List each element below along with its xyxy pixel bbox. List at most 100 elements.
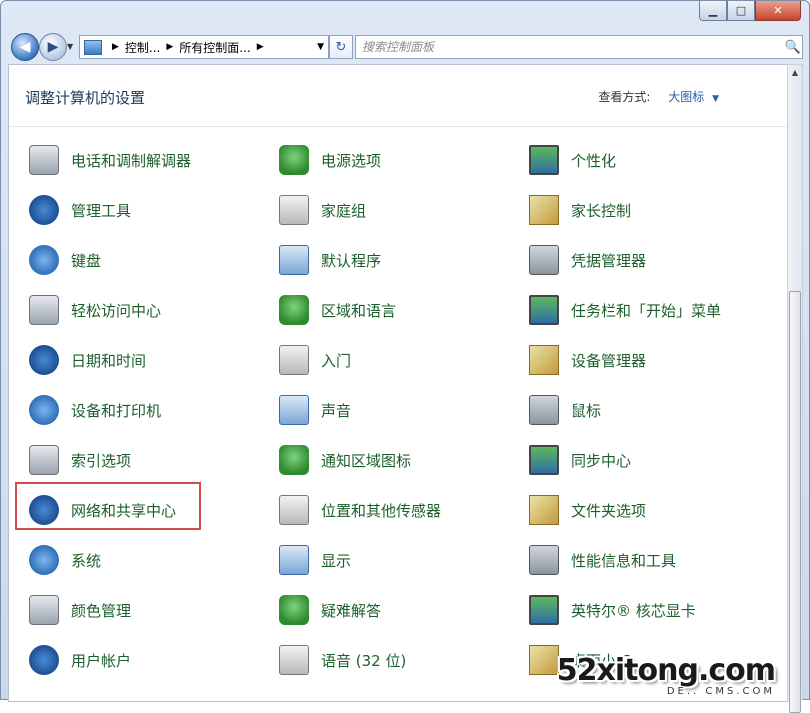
control-panel-item[interactable]: 用户帐户 [27,643,131,677]
control-panel-item[interactable]: 管理工具 [27,193,131,227]
control-panel-item-label[interactable]: 鼠标 [571,400,601,421]
control-panel-item[interactable]: 文件夹选项 [527,493,646,527]
control-panel-item-label[interactable]: 默认程序 [321,250,381,271]
scrollbar-thumb[interactable] [789,291,801,713]
view-by: 查看方式: 大图标 ▼ [598,88,719,105]
control-panel-item-label[interactable]: 家庭组 [321,200,366,221]
control-panel-item[interactable]: 颜色管理 [27,593,131,627]
control-panel-item[interactable]: 家长控制 [527,193,631,227]
default-programs-icon [279,245,309,275]
control-panel-item-label[interactable]: 个性化 [571,150,616,171]
control-panel-item[interactable]: 疑难解答 [277,593,381,627]
control-panel-item-label[interactable]: 英特尔® 核芯显卡 [571,600,696,621]
control-panel-item[interactable]: 电话和调制解调器 [27,143,191,177]
control-panel-item[interactable]: 设备和打印机 [27,393,161,427]
control-panel-item[interactable]: 声音 [277,393,351,427]
control-panel-item[interactable]: 同步中心 [527,443,631,477]
control-panel-item-label[interactable]: 日期和时间 [71,350,146,371]
performance-info-icon [529,545,559,575]
control-panel-item[interactable]: 网络和共享中心 [27,493,176,527]
control-panel-item-label[interactable]: 电话和调制解调器 [71,150,191,171]
vertical-scrollbar[interactable]: ▲ [787,64,803,713]
close-button[interactable]: ✕ [755,1,801,21]
breadcrumb-all-items[interactable]: 所有控制面... [179,39,250,56]
control-panel-item-label[interactable]: 轻松访问中心 [71,300,161,321]
recent-pages-button[interactable]: ▼ [67,42,73,51]
control-panel-item-label[interactable]: 通知区域图标 [321,450,411,471]
control-panel-item-label[interactable]: 凭据管理器 [571,250,646,271]
control-panel-item-label[interactable]: 网络和共享中心 [71,500,176,521]
date-time-icon [29,345,59,375]
control-panel-item[interactable]: 英特尔® 核芯显卡 [527,593,696,627]
control-panel-item-label[interactable]: 性能信息和工具 [571,550,676,571]
chevron-right-icon[interactable]: ▶ [166,42,173,52]
control-panel-item[interactable]: 系统 [27,543,101,577]
control-panel-item[interactable]: 入门 [277,343,351,377]
control-panel-item[interactable]: 轻松访问中心 [27,293,161,327]
control-panel-item-label[interactable]: 区域和语言 [321,300,396,321]
control-panel-item[interactable]: 键盘 [27,243,101,277]
refresh-button[interactable]: ↻ [329,35,353,59]
system-icon [29,545,59,575]
chevron-right-icon[interactable]: ▶ [257,42,264,52]
taskbar-start-menu-icon [529,295,559,325]
search-icon[interactable]: 🔍 [784,40,802,55]
control-panel-item[interactable]: 通知区域图标 [277,443,411,477]
control-panel-item-label[interactable]: 文件夹选项 [571,500,646,521]
search-input[interactable] [356,39,784,55]
control-panel-item[interactable]: 鼠标 [527,393,601,427]
control-panel-item[interactable]: 显示 [277,543,351,577]
keyboard-icon [29,245,59,275]
control-panel-item[interactable]: 语音 (32 位) [277,643,406,677]
control-panel-item[interactable]: 索引选项 [27,443,131,477]
control-panel-item[interactable]: 设备管理器 [527,343,646,377]
control-panel-item[interactable]: 家庭组 [277,193,366,227]
control-panel-item-label[interactable]: 语音 (32 位) [321,650,406,671]
control-panel-item[interactable]: 电源选项 [277,143,381,177]
control-panel-item-label[interactable]: 任务栏和「开始」菜单 [571,300,721,321]
control-panel-item-label[interactable]: 设备和打印机 [71,400,161,421]
forward-button[interactable]: ▶ [39,33,67,61]
control-panel-item[interactable]: 默认程序 [277,243,381,277]
control-panel-item-label[interactable]: 声音 [321,400,351,421]
address-bar[interactable]: ▶ 控制... ▶ 所有控制面... ▶ ▼ [79,35,329,59]
address-dropdown-icon[interactable]: ▼ [317,42,324,52]
color-management-icon [29,595,59,625]
control-panel-item-label[interactable]: 家长控制 [571,200,631,221]
control-panel-item-label[interactable]: 同步中心 [571,450,631,471]
control-panel-item-label[interactable]: 显示 [321,550,351,571]
back-button[interactable]: ◀ [11,33,39,61]
control-panel-item-label[interactable]: 管理工具 [71,200,131,221]
control-panel-item-label[interactable]: 设备管理器 [571,350,646,371]
control-panel-item[interactable]: 日期和时间 [27,343,146,377]
control-panel-item[interactable]: 凭据管理器 [527,243,646,277]
minimize-button[interactable]: ▁ [699,1,727,21]
control-panel-item-label[interactable]: 索引选项 [71,450,131,471]
control-panel-item[interactable]: 区域和语言 [277,293,396,327]
intel-graphics-icon [529,595,559,625]
power-options-icon [279,145,309,175]
control-panel-item[interactable]: 性能信息和工具 [527,543,676,577]
control-panel-item[interactable]: 任务栏和「开始」菜单 [527,293,721,327]
maximize-button[interactable]: □ [727,1,755,21]
view-by-dropdown[interactable]: 大图标 [668,90,704,104]
breadcrumb-control[interactable]: 控制... [125,39,160,56]
control-panel-item-label[interactable]: 疑难解答 [321,600,381,621]
control-panel-item-label[interactable]: 电源选项 [321,150,381,171]
troubleshooting-icon [279,595,309,625]
control-panel-item-label[interactable]: 键盘 [71,250,101,271]
scroll-up-icon[interactable]: ▲ [788,65,802,81]
search-box[interactable]: 🔍 [355,35,803,59]
control-panel-item-label[interactable]: 入门 [321,350,351,371]
credential-manager-icon [529,245,559,275]
control-panel-item[interactable]: 位置和其他传感器 [277,493,441,527]
control-panel-item-label[interactable]: 颜色管理 [71,600,131,621]
homegroup-icon [279,195,309,225]
control-panel-item-label[interactable]: 用户帐户 [71,650,131,671]
control-panel-item-label[interactable]: 系统 [71,550,101,571]
chevron-down-icon[interactable]: ▼ [712,94,719,104]
ease-of-access-icon [29,295,59,325]
control-panel-item-label[interactable]: 位置和其他传感器 [321,500,441,521]
control-panel-item[interactable]: 个性化 [527,143,616,177]
chevron-right-icon[interactable]: ▶ [112,42,119,52]
